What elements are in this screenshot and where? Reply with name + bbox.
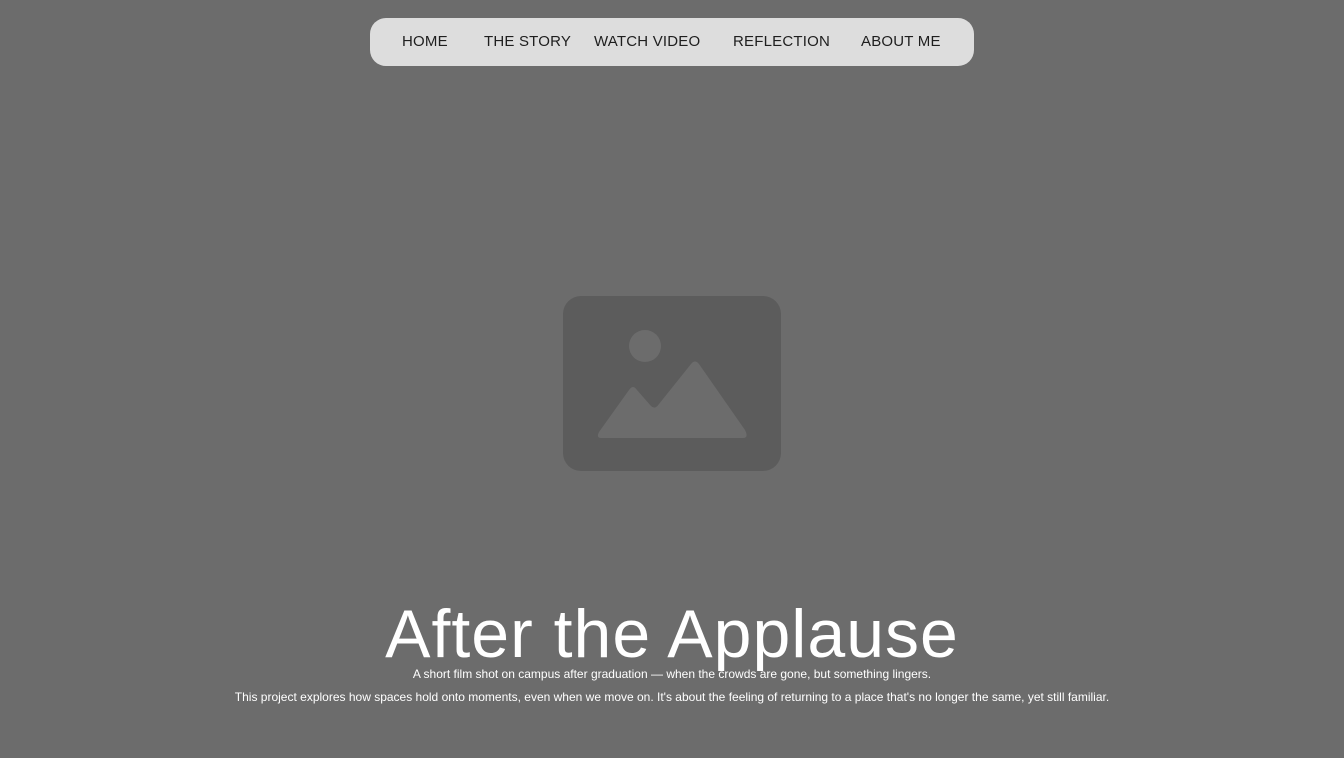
- top-nav: HOME THE STORY WATCH VIDEO REFLECTION AB…: [370, 18, 974, 66]
- page: HOME THE STORY WATCH VIDEO REFLECTION AB…: [0, 0, 1344, 758]
- nav-about-me-link[interactable]: ABOUT ME: [861, 18, 941, 66]
- hero-description-line-2: This project explores how spaces hold on…: [234, 690, 1110, 704]
- hero-title: After the Applause: [385, 595, 959, 672]
- nav-home-link[interactable]: HOME: [402, 18, 448, 66]
- nav-reflection-link[interactable]: REFLECTION: [733, 18, 830, 66]
- nav-watch-video-link[interactable]: WATCH VIDEO: [594, 18, 700, 66]
- nav-the-story-link[interactable]: THE STORY: [484, 18, 571, 66]
- image-placeholder-icon: [563, 296, 781, 471]
- hero-description-line-1: A short film shot on campus after gradua…: [412, 667, 932, 681]
